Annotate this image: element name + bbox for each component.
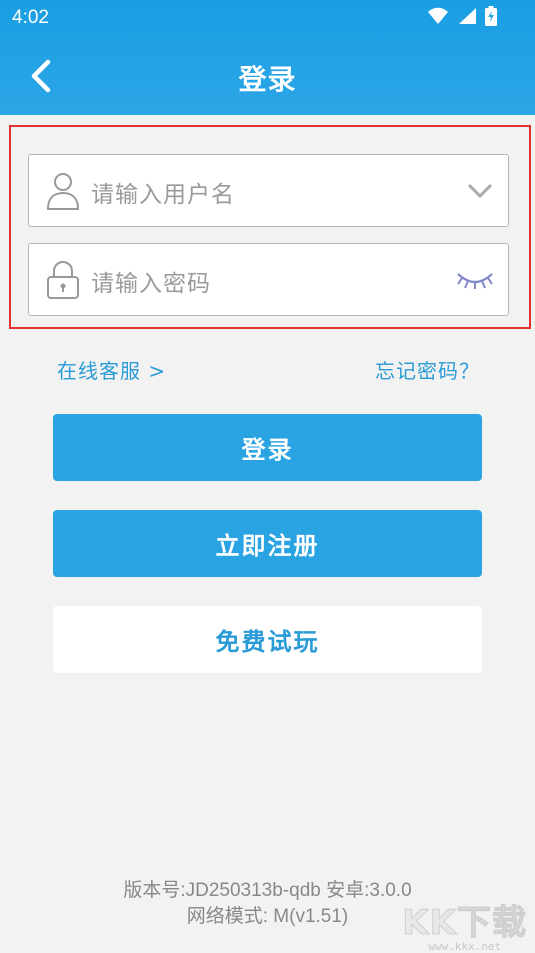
wifi-icon bbox=[428, 7, 448, 24]
register-button[interactable]: 立即注册 bbox=[53, 510, 482, 577]
watermark-logo: KK下载 bbox=[402, 903, 527, 944]
password-placeholder: 请输入密码 bbox=[91, 271, 211, 297]
watermark: KK下载 www.kkx.net bbox=[402, 895, 527, 953]
forgot-password-link[interactable]: 忘记密码？ bbox=[375, 355, 480, 384]
free-trial-button[interactable]: 免费试玩 bbox=[53, 606, 482, 673]
eye-closed-icon[interactable] bbox=[456, 266, 494, 296]
chevron-down-icon[interactable] bbox=[466, 177, 494, 205]
status-icons bbox=[427, 6, 497, 26]
login-form-highlight: 请输入用户名 请输入密码 bbox=[9, 125, 531, 329]
customer-service-link[interactable]: 在线客服 > bbox=[57, 355, 166, 384]
status-time: 4:02 bbox=[12, 7, 49, 28]
password-field[interactable]: 请输入密码 bbox=[28, 243, 509, 316]
username-placeholder: 请输入用户名 bbox=[91, 182, 235, 208]
login-button[interactable]: 登录 bbox=[53, 414, 482, 481]
battery-icon bbox=[485, 6, 497, 26]
app-header: 4:02 登录 bbox=[0, 0, 535, 115]
signal-icon bbox=[459, 8, 476, 24]
username-field[interactable]: 请输入用户名 bbox=[28, 154, 509, 227]
user-icon bbox=[46, 173, 80, 210]
page-title: 登录 bbox=[238, 63, 297, 96]
lock-icon bbox=[47, 261, 79, 299]
